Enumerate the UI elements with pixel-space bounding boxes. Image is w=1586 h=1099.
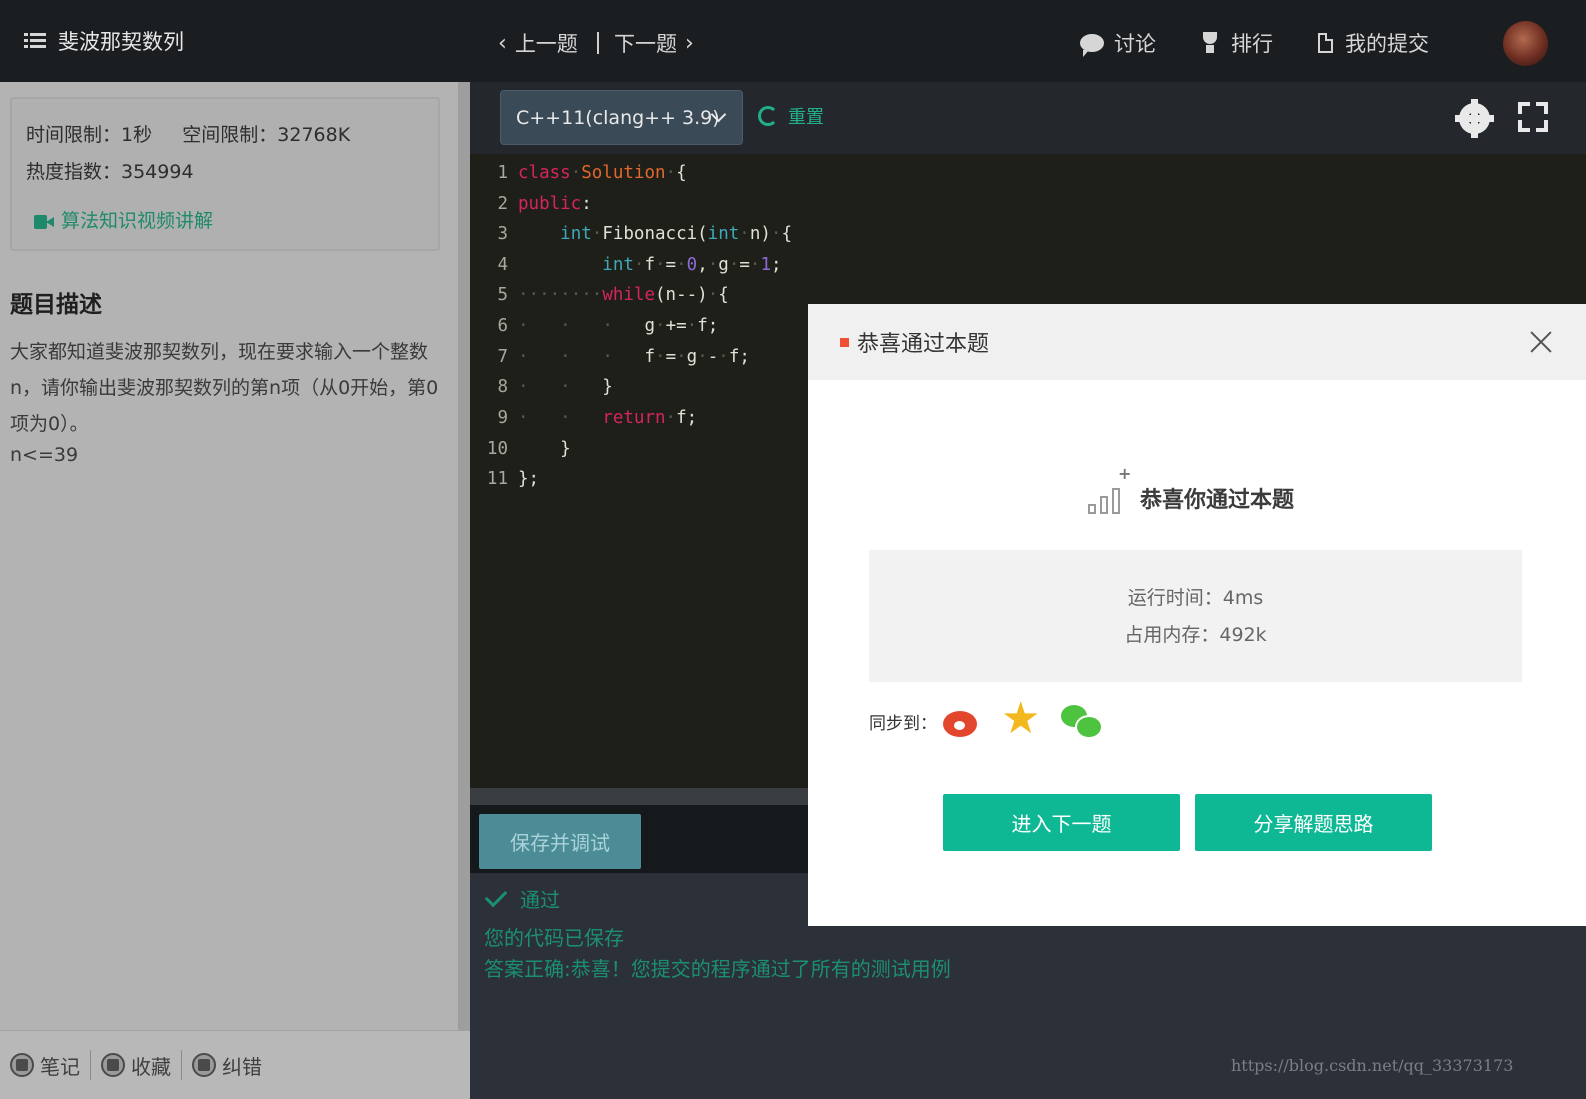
refresh-icon xyxy=(758,106,778,126)
code-line: 11}; xyxy=(486,469,540,489)
space-limit: 空间限制：32768K xyxy=(182,124,351,146)
document-icon xyxy=(1318,33,1333,53)
code-line: 1 class·Solution·{ xyxy=(497,163,687,183)
saved-message: 您的代码已保存 xyxy=(484,926,624,950)
gear-icon[interactable] xyxy=(1455,99,1494,138)
code-line: 3 int·Fibonacci(int·n)·{ xyxy=(497,224,792,244)
weibo-icon[interactable] xyxy=(941,701,981,741)
notes-button[interactable]: 笔记 xyxy=(10,1050,91,1080)
top-nav: ‹ 上一题 下一题 › 讨论 排行 我的提交 xyxy=(470,0,1586,82)
success-heading-label: 恭喜你通过本题 xyxy=(1140,488,1295,513)
rank-link[interactable]: 排行 xyxy=(1199,28,1273,58)
description-heading: 题目描述 xyxy=(10,292,102,318)
my-submissions-label: 我的提交 xyxy=(1345,32,1429,56)
code-line: 10 } xyxy=(486,439,571,459)
correct-message: 答案正确:恭喜！您提交的程序通过了所有的测试用例 xyxy=(484,957,951,981)
wechat-icon[interactable] xyxy=(1061,701,1103,741)
next-problem-button[interactable]: 进入下一题 xyxy=(943,794,1180,851)
language-select[interactable]: C++11(clang++ 3.9) xyxy=(500,90,743,145)
watermark: https://blog.csdn.net/qq_33373173 xyxy=(1231,1056,1514,1075)
next-problem-link[interactable]: 下一题 › xyxy=(614,28,702,58)
run-time: 运行时间：4ms xyxy=(1127,587,1264,609)
time-limit: 时间限制：1秒 xyxy=(26,124,153,146)
list-icon[interactable] xyxy=(24,32,46,50)
title-marker-icon xyxy=(840,337,849,347)
share-row: 同步到： xyxy=(869,693,1103,744)
video-explanation-link[interactable]: 算法知识视频讲解 xyxy=(34,203,424,240)
reset-button[interactable]: 重置 xyxy=(758,103,824,129)
code-line: 2 public: xyxy=(497,194,592,214)
description-constraint: n<=39 xyxy=(10,444,79,466)
code-line: 6 · · · g·+=·f; xyxy=(497,316,719,336)
modal-title: 恭喜通过本题 xyxy=(857,332,990,357)
description-text: 大家都知道斐波那契数列，现在要求输入一个整数n，请你输出斐波那契数列的第n项（从… xyxy=(10,341,439,435)
chevron-left-icon: ‹ xyxy=(498,30,507,56)
problem-footer: 笔记 收藏 纠错 xyxy=(0,1030,470,1099)
limits-row: 时间限制：1秒 空间限制：32768K xyxy=(26,117,424,154)
my-submissions-link[interactable]: 我的提交 xyxy=(1318,28,1429,58)
pass-status: 通过 xyxy=(484,884,560,913)
video-camera-icon xyxy=(34,214,54,229)
qzone-icon[interactable] xyxy=(1001,693,1041,744)
pass-status-label: 通过 xyxy=(520,888,560,912)
code-line: 7 · · · f·=·g·-·f; xyxy=(497,347,750,367)
fullscreen-icon[interactable] xyxy=(1518,102,1548,132)
reset-label: 重置 xyxy=(788,107,824,128)
check-icon xyxy=(484,884,508,907)
language-value: C++11(clang++ 3.9) xyxy=(516,106,720,129)
share-solution-button[interactable]: 分享解题思路 xyxy=(1195,794,1432,851)
next-problem-label: 下一题 xyxy=(614,32,677,56)
memory-usage: 占用内存：492k xyxy=(1124,624,1267,646)
nav-divider xyxy=(597,32,599,54)
comment-icon xyxy=(1080,34,1104,57)
close-icon[interactable] xyxy=(1530,331,1552,353)
problem-info-box: 时间限制：1秒 空间限制：32768K 热度指数：354994 算法知识视频讲解 xyxy=(10,97,440,251)
code-line: 5 ········while(n--)·{ xyxy=(497,285,729,305)
problem-panel: 斐波那契数列 时间限制：1秒 空间限制：32768K 热度指数：354994 算… xyxy=(0,0,470,1099)
run-stats: 运行时间：4ms 占用内存：492k xyxy=(869,550,1522,682)
video-link-label: 算法知识视频讲解 xyxy=(61,210,214,232)
trophy-icon xyxy=(1199,32,1221,54)
success-heading: + 恭喜你通过本题 xyxy=(1088,464,1295,514)
report-error-button[interactable]: 纠错 xyxy=(192,1050,272,1080)
pencil-icon xyxy=(192,1053,216,1077)
left-scrollbar[interactable] xyxy=(458,82,470,1032)
notes-label: 笔记 xyxy=(40,1054,80,1079)
discuss-label: 讨论 xyxy=(1114,32,1156,56)
avatar[interactable] xyxy=(1503,21,1548,66)
hot-index: 热度指数：354994 xyxy=(26,161,194,183)
rank-label: 排行 xyxy=(1231,32,1273,56)
code-line: 9 · · return·f; xyxy=(497,408,698,428)
modal-header: 恭喜通过本题 xyxy=(808,304,1586,380)
problem-title: 斐波那契数列 xyxy=(58,30,184,54)
favorite-button[interactable]: 收藏 xyxy=(101,1050,182,1080)
code-line: 8 · · } xyxy=(497,377,613,397)
save-and-debug-button[interactable]: 保存并调试 xyxy=(479,814,641,869)
discuss-link[interactable]: 讨论 xyxy=(1080,28,1156,58)
favorite-label: 收藏 xyxy=(131,1054,171,1079)
share-label: 同步到： xyxy=(869,713,937,734)
book-icon xyxy=(10,1053,34,1077)
report-error-label: 纠错 xyxy=(222,1054,262,1079)
bar-chart-icon: + xyxy=(1088,464,1131,514)
success-modal: 恭喜通过本题 + 恭喜你通过本题 运行时间：4ms 占用内存：492k 同步到：… xyxy=(808,304,1586,926)
problem-header: 斐波那契数列 xyxy=(0,0,470,82)
heart-icon xyxy=(101,1053,125,1077)
prev-problem-label: 上一题 xyxy=(514,32,578,56)
code-line: 4 int·f·=·0,·g·=·1; xyxy=(497,255,782,275)
chevron-right-icon: › xyxy=(685,30,694,56)
prev-problem-link[interactable]: ‹ 上一题 xyxy=(498,28,578,58)
